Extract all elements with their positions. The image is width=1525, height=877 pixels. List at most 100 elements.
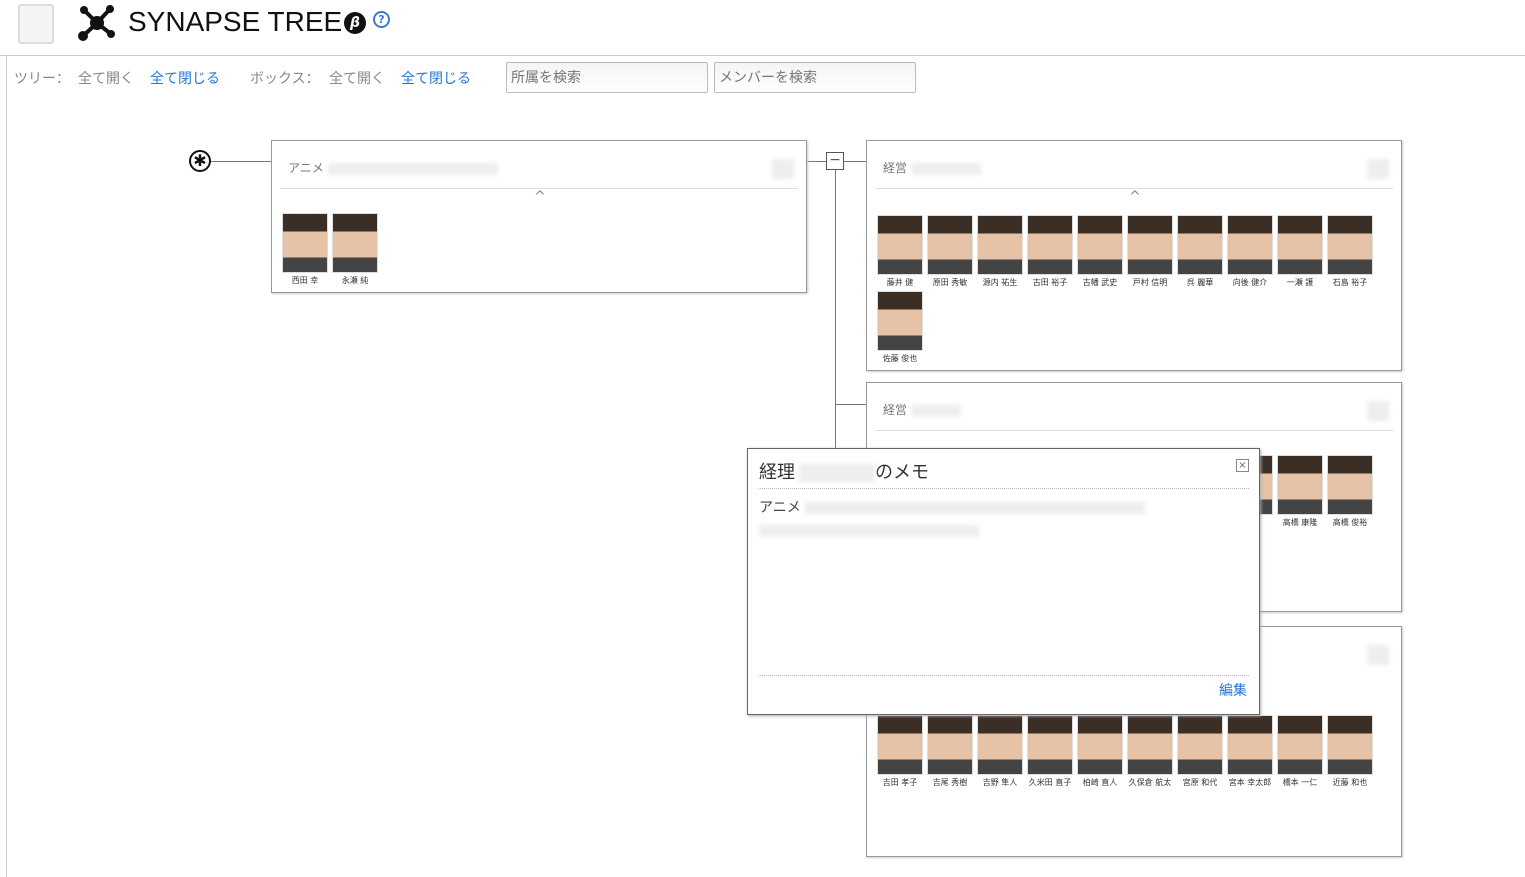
member-photo bbox=[1027, 215, 1073, 275]
member-name: 久米田 直子 bbox=[1028, 778, 1072, 787]
box-label: ボックス： bbox=[250, 71, 320, 87]
member-card[interactable]: 西田 幸 bbox=[282, 213, 328, 286]
help-icon[interactable]: ? bbox=[373, 11, 390, 28]
member-photo bbox=[282, 213, 328, 273]
member-card[interactable]: 古田 裕子 bbox=[1027, 215, 1073, 288]
member-photo bbox=[877, 291, 923, 351]
member-name: 源内 祐生 bbox=[982, 278, 1018, 287]
photos-logo[interactable] bbox=[18, 4, 54, 44]
member-card[interactable]: 向後 健介 bbox=[1227, 215, 1273, 288]
member-name: 近藤 和也 bbox=[1332, 778, 1368, 787]
member-count bbox=[772, 159, 794, 179]
connector bbox=[835, 404, 866, 405]
member-name: 呉 麗華 bbox=[1186, 278, 1214, 287]
member-name: 宮原 和代 bbox=[1182, 778, 1218, 787]
member-name: 吉野 隼人 bbox=[982, 778, 1018, 787]
member-name: 吉田 孝子 bbox=[882, 778, 918, 787]
header: SYNAPSE TREE β ? bbox=[0, 0, 1525, 56]
member-count bbox=[1367, 401, 1389, 421]
box-title: アニメ bbox=[288, 161, 324, 175]
member-name: 高橋 康隆 bbox=[1282, 518, 1318, 527]
tree-close-all[interactable]: 全て閉じる bbox=[150, 68, 220, 88]
member-photo bbox=[977, 215, 1023, 275]
tree-open-all[interactable]: 全て開く bbox=[78, 68, 134, 88]
member-name: 永瀬 純 bbox=[341, 276, 369, 285]
collapse-toggle-icon[interactable]: − bbox=[826, 152, 844, 170]
member-card[interactable]: 吉野 隼人 bbox=[977, 715, 1023, 788]
member-card[interactable]: 源内 祐生 bbox=[977, 215, 1023, 288]
member-card[interactable]: 高橋 康隆 bbox=[1277, 455, 1323, 528]
member-photo bbox=[1077, 215, 1123, 275]
member-card[interactable]: 近藤 和也 bbox=[1327, 715, 1373, 788]
member-name: 橋本 一仁 bbox=[1282, 778, 1318, 787]
member-card[interactable]: 一瀬 護 bbox=[1277, 215, 1323, 288]
tree-label: ツリー： bbox=[14, 71, 70, 87]
member-card[interactable]: 橋本 一仁 bbox=[1277, 715, 1323, 788]
member-photo bbox=[927, 715, 973, 775]
member-photo bbox=[1277, 455, 1323, 515]
member-photo bbox=[877, 715, 923, 775]
member-card[interactable]: 藤井 健 bbox=[877, 215, 923, 288]
memo-body-label: アニメ bbox=[759, 500, 801, 516]
org-box[interactable]: アニメ ^ 西田 幸 永瀬 純 bbox=[271, 140, 807, 293]
member-name: 西田 幸 bbox=[291, 276, 319, 285]
member-photo bbox=[1277, 215, 1323, 275]
member-name: 石島 裕子 bbox=[1332, 278, 1368, 287]
member-photo bbox=[1127, 715, 1173, 775]
member-name: 高橋 俊裕 bbox=[1332, 518, 1368, 527]
member-photo bbox=[1227, 715, 1273, 775]
member-card[interactable]: 吉田 孝子 bbox=[877, 715, 923, 788]
member-card[interactable]: 呉 麗華 bbox=[1177, 215, 1223, 288]
member-card[interactable]: 宮原 和代 bbox=[1177, 715, 1223, 788]
member-photo bbox=[332, 213, 378, 273]
member-card[interactable]: 石島 裕子 bbox=[1327, 215, 1373, 288]
member-card[interactable]: 永瀬 純 bbox=[332, 213, 378, 286]
member-name: 藤井 健 bbox=[886, 278, 914, 287]
close-icon[interactable]: × bbox=[1236, 459, 1249, 472]
member-card[interactable]: 久米田 直子 bbox=[1027, 715, 1073, 788]
dept-search-input[interactable] bbox=[506, 62, 708, 93]
chevron-up-icon[interactable]: ^ bbox=[534, 189, 546, 205]
member-card[interactable]: 高橋 俊裕 bbox=[1327, 455, 1373, 528]
member-name: 古幡 武史 bbox=[1082, 278, 1118, 287]
root-node-icon[interactable]: ✱ bbox=[189, 150, 211, 172]
box-close-all[interactable]: 全て閉じる bbox=[401, 68, 471, 88]
member-card[interactable]: 吉尾 秀樹 bbox=[927, 715, 973, 788]
synapse-logo-icon bbox=[78, 5, 115, 41]
member-name: 久保倉 航太 bbox=[1128, 778, 1172, 787]
member-photo bbox=[977, 715, 1023, 775]
member-count bbox=[1367, 645, 1389, 665]
memo-title-dept: 経理 bbox=[759, 462, 795, 483]
member-search-input[interactable] bbox=[714, 62, 916, 93]
box-open-all[interactable]: 全て開く bbox=[329, 68, 385, 88]
member-photo bbox=[1227, 215, 1273, 275]
memo-dialog: 経理 のメモ × アニメ 編集 bbox=[747, 448, 1260, 715]
beta-badge: β bbox=[344, 12, 366, 34]
member-name: 佐藤 俊也 bbox=[882, 354, 918, 363]
chevron-up-icon[interactable]: ^ bbox=[1129, 189, 1141, 205]
member-name: 吉尾 秀樹 bbox=[932, 778, 968, 787]
member-photo bbox=[1277, 715, 1323, 775]
member-card[interactable]: 古幡 武史 bbox=[1077, 215, 1123, 288]
member-card[interactable]: 宮本 幸太郎 bbox=[1227, 715, 1273, 788]
member-name: 宮本 幸太郎 bbox=[1228, 778, 1272, 787]
member-card[interactable]: 原田 秀敏 bbox=[927, 215, 973, 288]
memo-edit-link[interactable]: 編集 bbox=[1219, 680, 1247, 700]
member-photo bbox=[1327, 715, 1373, 775]
org-box[interactable]: 経営 ^ 藤井 健 原田 秀敏 源内 祐生 古田 裕子 古幡 武史 戸村 信明 呉 麗華 向後 健… bbox=[866, 140, 1402, 371]
member-name: 古田 裕子 bbox=[1032, 278, 1068, 287]
member-card[interactable]: 戸村 信明 bbox=[1127, 215, 1173, 288]
member-photo bbox=[877, 215, 923, 275]
member-name: 柏崎 直人 bbox=[1082, 778, 1118, 787]
member-photo bbox=[1177, 715, 1223, 775]
member-name: 一瀬 護 bbox=[1286, 278, 1314, 287]
connector bbox=[835, 161, 836, 451]
member-name: 向後 健介 bbox=[1232, 278, 1268, 287]
member-photo bbox=[1127, 215, 1173, 275]
member-photo bbox=[1327, 215, 1373, 275]
member-card[interactable]: 佐藤 俊也 bbox=[877, 291, 923, 364]
member-card[interactable]: 久保倉 航太 bbox=[1127, 715, 1173, 788]
box-title: 経営 bbox=[883, 403, 908, 417]
member-card[interactable]: 柏崎 直人 bbox=[1077, 715, 1123, 788]
member-count bbox=[1367, 159, 1389, 179]
